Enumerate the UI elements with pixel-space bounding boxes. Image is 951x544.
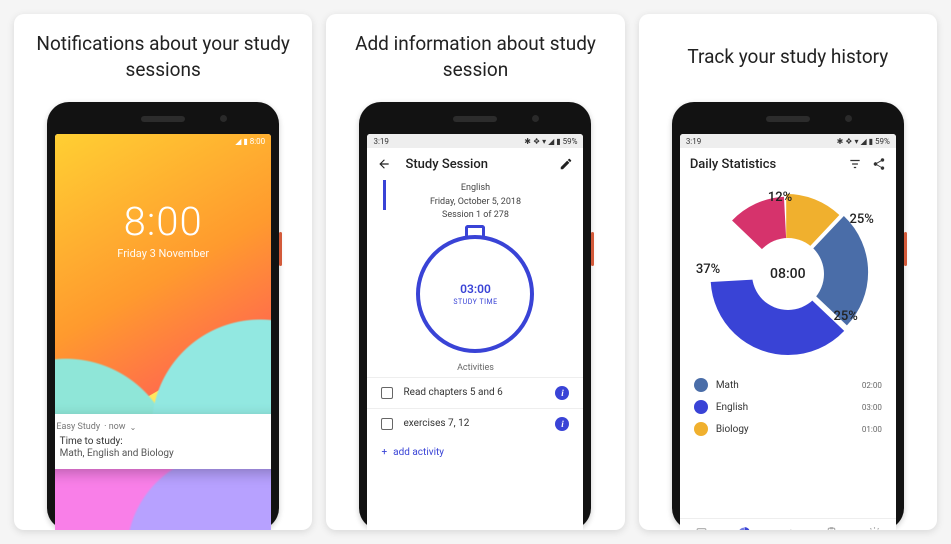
screen-title: Daily Statistics [690,157,838,172]
slice-label: 37% [696,262,720,277]
back-icon[interactable] [377,157,391,171]
card-title: Notifications about your study sessions [24,30,302,84]
notification-header: 📅 Easy Study · now ⌄ [55,422,271,432]
activities-label: Activities [367,357,583,377]
status-bar: 3:19 ✱ ❖ ▾ ◢ ▮ 59% [367,134,583,148]
status-icons: ◢ ▮ 8:00 [235,137,265,146]
info-icon[interactable]: i [555,417,569,431]
donut-center-label: 08:00 [770,266,806,282]
card-title: Add information about study session [336,30,614,84]
phone-screen: ◢ ▮ 8:00 8:00 Friday 3 November 📅 Easy S… [55,134,271,530]
notification-title: Time to study: [60,436,174,447]
legend-value: 01:00 [862,425,882,434]
clock-date: Friday 3 November [55,247,271,260]
phone-frame: 3:19 ✱ ❖ ▾ ◢ ▮ 59% Study Session English… [359,102,591,530]
activity-row[interactable]: exercises 7, 12 i [367,408,583,439]
activity-text: Read chapters 5 and 6 [403,387,502,398]
slice-label: 25% [849,212,873,227]
timer-label: STUDY TIME [453,298,497,306]
legend-value: 02:00 [862,381,882,390]
filter-icon[interactable] [848,157,862,171]
slice-label: 12% [768,190,792,205]
screen-title: Study Session [405,157,545,172]
plus-icon: + [381,447,387,458]
phone-frame: 3:19 ✱ ❖ ▾ ◢ ▮ 59% Daily Statistics [672,102,904,530]
clipboard-icon [824,525,838,530]
legend-item[interactable]: Math 02:00 [694,374,882,396]
legend-swatch [694,378,708,392]
status-icons: ✱ ❖ ▾ ◢ ▮ 59% [524,137,577,146]
legend-item[interactable]: English 03:00 [694,396,882,418]
legend-label: English [716,402,748,413]
status-time: 3:19 [373,137,388,146]
nav-statistics[interactable]: Statistics [723,519,766,530]
lockscreen-clock: 8:00 Friday 3 November [55,198,271,260]
power-button-decor [591,232,594,266]
chevron-down-icon[interactable]: ⌄ [130,423,137,432]
status-bar: ◢ ▮ 8:00 [55,134,271,148]
phone-screen: 3:19 ✱ ❖ ▾ ◢ ▮ 59% Study Session English… [367,134,583,530]
edit-icon[interactable] [559,157,573,171]
donut-chart: 08:00 12% 25% 25% 37% [698,184,878,364]
calendar-icon [694,525,708,530]
nav-agenda[interactable]: Agenda [680,519,723,530]
wallpaper [55,134,271,530]
status-icons: ✱ ❖ ▾ ◢ ▮ 59% [837,137,890,146]
legend-label: Math [716,380,739,391]
legend-item[interactable]: Biology 01:00 [694,418,882,440]
app-bar: Study Session [367,148,583,180]
notification-body: Math, English and Biology [60,448,174,459]
add-activity-button[interactable]: + add activity [367,439,583,466]
status-bar: 3:19 ✱ ❖ ▾ ◢ ▮ 59% [680,134,896,148]
legend-value: 03:00 [862,403,882,412]
gear-icon [867,525,881,530]
session-meta: English Friday, October 5, 2018 Session … [367,180,583,229]
phone-frame: ◢ ▮ 8:00 8:00 Friday 3 November 📅 Easy S… [47,102,279,530]
notification-when: · now [104,422,125,432]
activity-text: exercises 7, 12 [403,418,469,429]
notification-app-name: Easy Study [56,422,100,432]
check-icon [781,525,795,530]
legend-label: Biology [716,424,749,435]
study-timer[interactable]: 03:00 STUDY TIME [416,235,534,353]
piechart-icon [738,525,752,530]
app-bar: Daily Statistics [680,148,896,180]
clock-time: 8:00 [55,198,271,245]
checkbox[interactable] [381,387,393,399]
add-activity-label: add activity [393,447,444,458]
legend-swatch [694,422,708,436]
phone-screen: 3:19 ✱ ❖ ▾ ◢ ▮ 59% Daily Statistics [680,134,896,530]
session-subject: English [367,182,583,196]
timer-time: 03:00 [460,282,491,296]
checkbox[interactable] [381,418,393,430]
bottom-nav: Agenda Statistics Goals Subjects Setting… [680,518,896,530]
card-title: Track your study history [687,30,888,84]
activity-row[interactable]: Read chapters 5 and 6 i [367,377,583,408]
status-time: 3:19 [686,137,701,146]
session-date: Friday, October 5, 2018 [367,196,583,210]
screenshot-card-notifications: Notifications about your study sessions … [14,14,312,530]
info-icon[interactable]: i [555,386,569,400]
meta-accent-bar [383,180,386,210]
share-icon[interactable] [872,157,886,171]
legend-swatch [694,400,708,414]
chart-legend: Math 02:00 English 03:00 Biology 01:00 [680,372,896,440]
nav-settings[interactable]: Settings [853,519,896,530]
session-counter: Session 1 of 278 [367,209,583,223]
power-button-decor [904,232,907,266]
screenshot-card-session: Add information about study session 3:19… [326,14,624,530]
nav-subjects[interactable]: Subjects [809,519,852,530]
screenshot-card-stats: Track your study history 3:19 ✱ ❖ ▾ ◢ ▮ … [639,14,937,530]
slice-label: 25% [833,309,857,324]
nav-goals[interactable]: Goals [766,519,809,530]
power-button-decor [279,232,282,266]
notification-card[interactable]: 📅 Easy Study · now ⌄ 📚 Time to study: Ma… [55,414,271,469]
